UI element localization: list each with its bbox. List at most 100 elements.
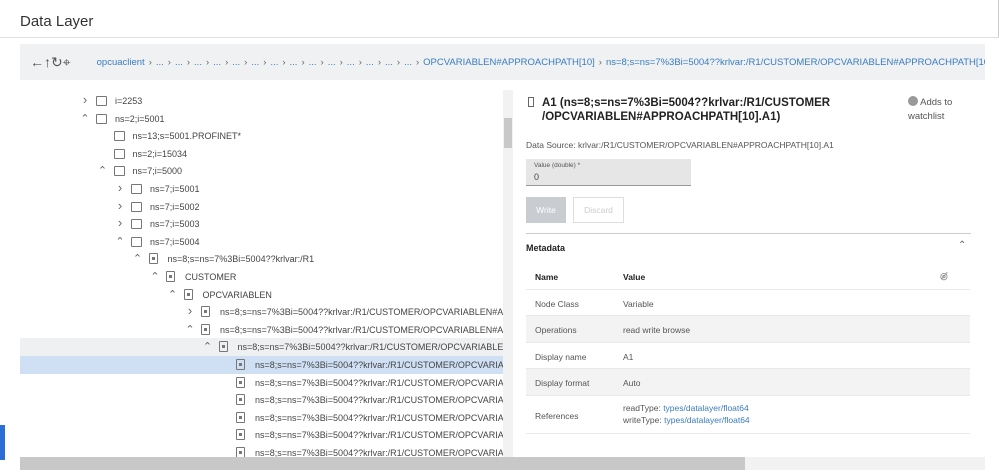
value-label: Value (double) * [534, 162, 581, 169]
collapse-chevron-icon[interactable]: ⌃ [185, 323, 195, 336]
tree-item[interactable]: ns=8;s=ns=7%3Bi=5004??krlvar:/R1/CUSTOME… [20, 444, 512, 457]
breadcrumb-item[interactable]: opcuaclient [97, 57, 145, 68]
collapse-chevron-icon[interactable]: ⌃ [150, 270, 160, 283]
tree-item-label: ns=7;i=5003 [150, 219, 200, 230]
row-value: readType: types/datalayer/float64 writeT… [623, 402, 750, 426]
tree-item[interactable]: › ns=7;i=5003 [20, 215, 503, 233]
breadcrumb-item[interactable]: ... [251, 57, 259, 68]
value-text[interactable]: 0 [534, 172, 539, 182]
row-name: Node Class [535, 298, 579, 309]
breadcrumb-separator: › [167, 56, 171, 68]
breadcrumb-separator: › [148, 56, 152, 68]
tree-item[interactable]: ⌃ ns=8;s=ns=7%3Bi=5004??krlvar:/R1/CUSTOM… [20, 321, 512, 339]
tree-item[interactable]: ⌃ ns=8;s=ns=7%3Bi=5004??krlvar:/R1/CUSTOM… [20, 338, 512, 357]
tree-item-label: ns=2;i=5001 [115, 113, 165, 124]
tree-item[interactable]: ⌃ ns=8;s=ns=7%3Bi=5004??krlvar:/R1 [20, 250, 503, 268]
tree-item[interactable]: › ns=7;i=5001 [20, 180, 503, 198]
header-name: Name [535, 272, 559, 282]
row-value: A1 [623, 351, 634, 362]
collapse-chevron-icon[interactable]: ⌃ [958, 240, 966, 251]
tree-item[interactable]: ns=8;s=ns=7%3Bi=5004??krlvar:/R1/CUSTOME… [20, 409, 512, 427]
scrollbar-thumb[interactable] [504, 118, 512, 148]
breadcrumb-separator: › [263, 56, 267, 68]
write-type-link[interactable]: types/datalayer/float64 [664, 415, 750, 425]
breadcrumb-item[interactable]: ... [366, 57, 374, 68]
breadcrumb-item[interactable]: OPCVARIABLEN#APPROACHPATH[10] [423, 57, 595, 68]
tree-vertical-scrollbar[interactable] [503, 90, 513, 457]
tree-item[interactable]: ns=13;s=5001.PROFINET* [20, 127, 503, 145]
breadcrumb-item[interactable]: ... [385, 57, 393, 68]
tree-item[interactable]: › i=2253 [20, 92, 503, 110]
locate-icon[interactable]: ⌖ [63, 54, 71, 71]
collapse-chevron-icon[interactable]: ⌃ [115, 235, 125, 248]
variable-node-icon [218, 341, 228, 353]
tree-item[interactable]: ns=8;s=ns=7%3Bi=5004??krlvar:/R1/CUSTOME… [20, 356, 512, 374]
expand-chevron-icon[interactable]: › [115, 198, 125, 213]
tree-item[interactable]: ⌃ ns=2;i=5001 [20, 110, 503, 128]
value-input[interactable]: Value (double) * 0 [526, 159, 691, 186]
horizontal-scrollbar[interactable] [20, 457, 985, 470]
expand-chevron-icon[interactable]: › [115, 215, 125, 230]
tree-item[interactable]: ⌃ OPCVARIABLEN [20, 286, 503, 304]
tree-item[interactable]: ⌃ ns=7;i=5004 [20, 233, 503, 251]
discard-button[interactable]: Discard [573, 197, 624, 223]
write-button[interactable]: Write [526, 197, 566, 223]
collapse-chevron-icon[interactable]: ⌃ [203, 340, 213, 353]
tree-item[interactable]: ns=8;s=ns=7%3Bi=5004??krlvar:/R1/CUSTOME… [20, 426, 512, 444]
tree-item-label: ns=2;i=15034 [132, 148, 188, 159]
breadcrumb-item[interactable]: ... [270, 57, 278, 68]
collapse-chevron-icon[interactable]: ⌃ [98, 164, 108, 177]
expand-chevron-icon[interactable]: › [185, 303, 195, 318]
tree-item[interactable]: ⌃ CUSTOMER [20, 268, 503, 286]
node-tree: › i=2253 ⌃ ns=2;i=5001 ns=13;s=5001.PROFINET… [20, 90, 513, 457]
collapse-chevron-icon[interactable]: ⌃ [80, 112, 90, 125]
variable-icon [528, 97, 534, 107]
expand-chevron-icon[interactable]: › [115, 180, 125, 195]
tree-item[interactable]: ns=8;s=ns=7%3Bi=5004??krlvar:/R1/CUSTOME… [20, 391, 512, 409]
breadcrumb-item[interactable]: ... [232, 57, 240, 68]
breadcrumb-separator: › [186, 56, 191, 68]
breadcrumb-separator: › [598, 56, 602, 68]
breadcrumb-item[interactable]: ... [290, 57, 298, 68]
tree-item-label: ns=7;i=5002 [150, 201, 200, 212]
back-arrow-icon[interactable]: ← [30, 54, 44, 70]
breadcrumb-separator: › [358, 56, 362, 68]
collapse-chevron-icon[interactable]: ⌃ [168, 288, 178, 301]
breadcrumb-item[interactable]: ... [404, 57, 412, 68]
row-name: Display format [535, 378, 590, 388]
tree-item-label: i=2253 [115, 96, 143, 106]
breadcrumb-item[interactable]: ... [213, 57, 221, 68]
breadcrumb-item[interactable]: ... [309, 57, 317, 68]
variable-node-icon [201, 306, 210, 318]
up-arrow-icon[interactable]: ↑ [44, 54, 51, 70]
scrollbar-thumb[interactable] [20, 457, 745, 470]
tree-item-label: ns=7;i=5000 [132, 166, 183, 177]
row-value: read write browse [623, 325, 691, 335]
folder-icon [131, 236, 142, 247]
variable-node-icon [236, 359, 245, 370]
breadcrumb-item[interactable]: ... [194, 57, 202, 68]
tree-item[interactable]: › ns=8;s=ns=7%3Bi=5004??krlvar:/R1/CUSTOM… [20, 303, 512, 321]
hide-eye-icon[interactable]: ◎̸ [940, 271, 948, 282]
folder-icon [131, 201, 142, 212]
tree-item[interactable]: ns=8;s=ns=7%3Bi=5004??krlvar:/R1/CUSTOME… [20, 374, 512, 392]
breadcrumb-separator: › [205, 56, 210, 68]
row-name: Display name [535, 351, 587, 362]
refresh-icon[interactable]: ↻ [51, 54, 63, 71]
breadcrumb-separator: › [396, 56, 401, 68]
breadcrumb-item[interactable]: ... [175, 57, 183, 68]
table-row-references: References readType: types/datalayer/flo… [526, 396, 970, 434]
breadcrumb-item[interactable]: ... [156, 57, 164, 68]
expand-chevron-icon[interactable]: › [80, 92, 90, 107]
add-to-watchlist-button[interactable]: Adds to watchlist [908, 96, 968, 124]
tree-item[interactable]: ⌃ ns=7;i=5000 [20, 162, 503, 180]
collapse-chevron-icon[interactable]: ⌃ [133, 252, 143, 265]
breadcrumb-item[interactable]: ... [328, 57, 336, 68]
read-type-link[interactable]: types/datalayer/float64 [663, 403, 749, 413]
breadcrumb-item[interactable]: ... [347, 57, 355, 68]
breadcrumb-item[interactable]: ns=8;s=ns=7%3Bi=5004??krlvar:/R1/CUSTOME… [606, 57, 985, 68]
tree-item[interactable]: › ns=7;i=5002 [20, 198, 503, 216]
tree-item[interactable]: ns=2;i=15034 [20, 145, 503, 163]
tree-item-label: ns=8;s=ns=7%3Bi=5004??krlvar:/R1/CUSTOME… [220, 307, 512, 318]
tree-item-label: ns=8;s=ns=7%3Bi=5004??krlvar:/R1/CUSTOME… [255, 430, 512, 441]
